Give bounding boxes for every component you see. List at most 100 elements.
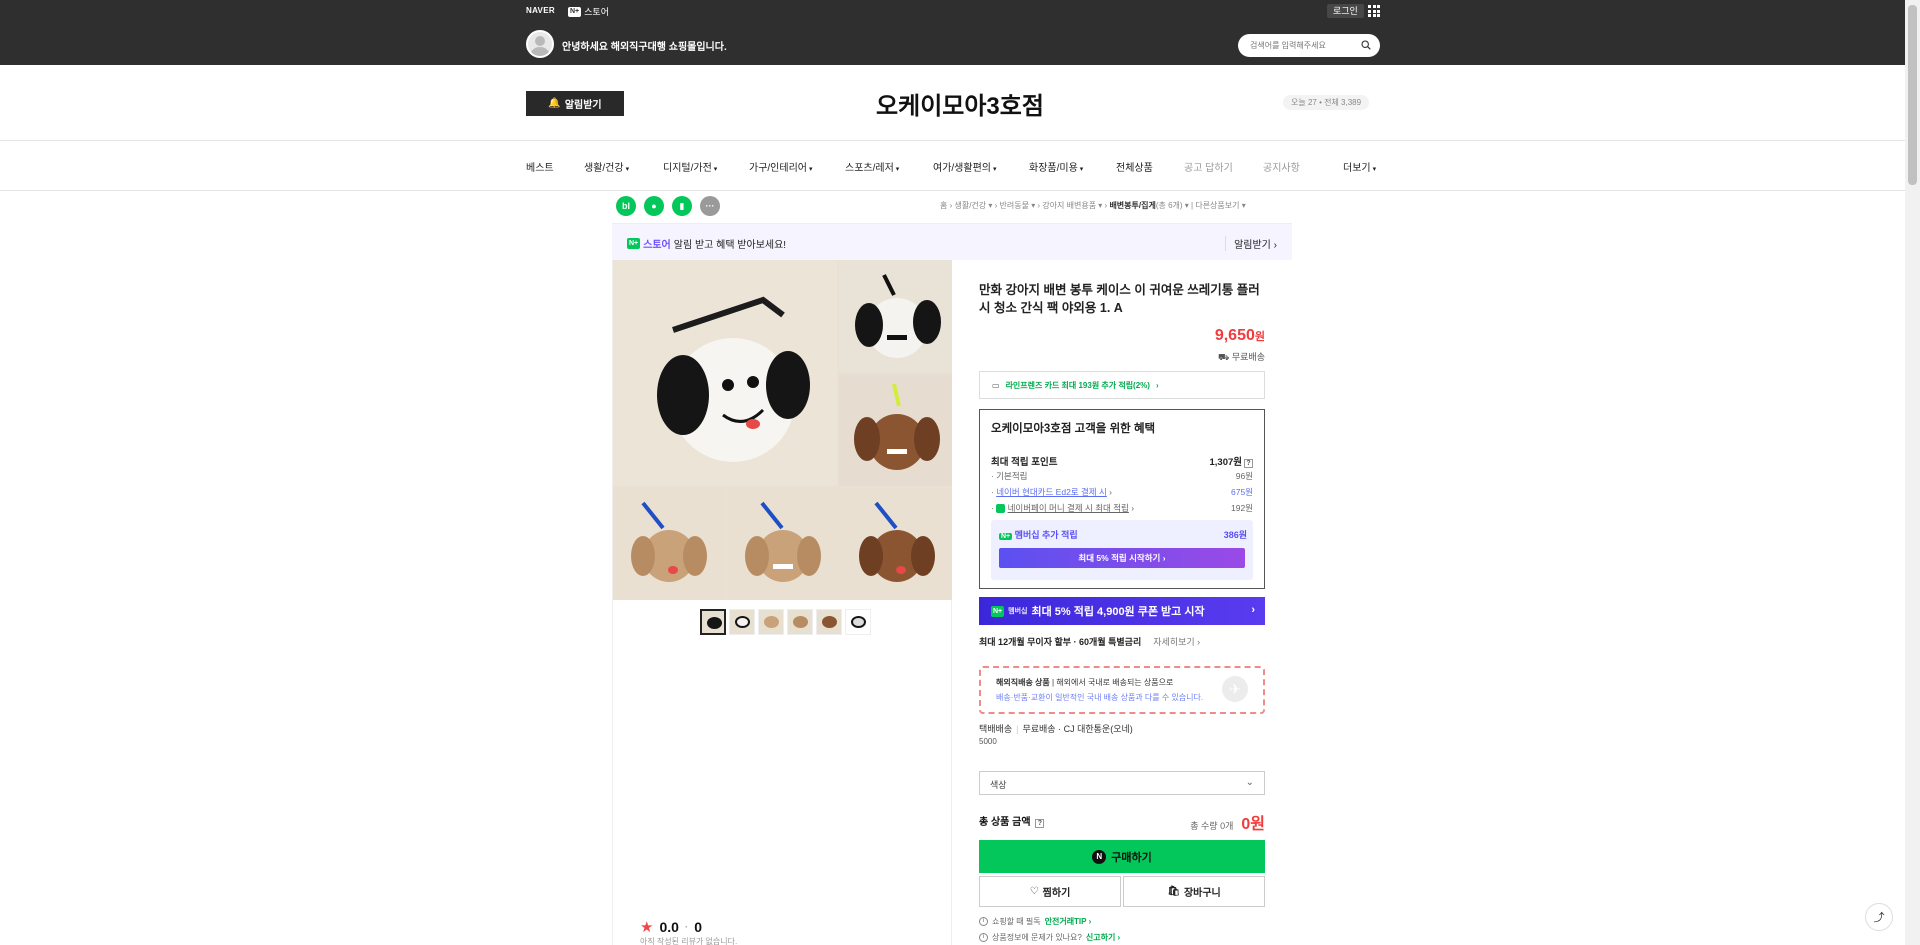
category-nav: 베스트 생활/건강 ▾ 디지털/가전 ▾ 가구/인테리어 ▾ 스포츠/레저 ▾ 여가/생… [0, 141, 1905, 191]
buy-button[interactable]: N 구매하기 [979, 840, 1265, 873]
nav-item-beauty[interactable]: 화장품/미용 ▾ [1029, 159, 1083, 174]
report-link-label: 신고하기 [1085, 933, 1116, 942]
scrollbar-thumb[interactable] [1908, 5, 1917, 185]
overseas-line-1: 해외직배송 상품 | 해외에서 국내로 배송되는 상품으로 [996, 678, 1174, 687]
star-icon: ★ [640, 919, 654, 936]
store-header: 🔔 알림받기 오케이모아3호점 오늘 27 • 전체 3,389 [0, 65, 1905, 141]
image-tile-main [613, 260, 837, 486]
nav-item-leisure[interactable]: 여가/생활편의 ▾ [933, 159, 997, 174]
report-link[interactable]: 신고하기 › [1086, 932, 1120, 943]
installment-link[interactable]: 자세히보기 › [1147, 637, 1200, 647]
nav-item-label: 스포츠/레저 [845, 163, 894, 174]
promo-store-label: 스토어 [643, 240, 671, 251]
total-price-label: 총 상품 금액 ? [979, 813, 1045, 828]
truck-icon: ⛟ [1218, 352, 1230, 362]
review-count[interactable]: 0 [694, 919, 702, 935]
image-tile-white-dog [839, 260, 952, 372]
floating-share-button[interactable]: ⤴ [1865, 903, 1893, 931]
pay-point-value: 192원 [1230, 503, 1253, 513]
cart-button[interactable]: 🛍 장바구니 [1123, 876, 1265, 907]
talk-share-icon[interactable]: ● [644, 196, 664, 216]
visit-count: 오늘 27 • 전체 3,389 [1283, 95, 1370, 110]
report-prefix: 상품정보에 문제가 있나요? [992, 933, 1082, 942]
nav-item-furniture[interactable]: 가구/인테리어 ▾ [749, 159, 813, 174]
blog-share-icon[interactable]: bl [616, 196, 636, 216]
membership-point-row: N+ 멤버십 추가 적립 386원 [999, 528, 1247, 541]
nav-item-label: 화장품/미용 [1029, 163, 1078, 174]
safe-trade-info: i 쇼핑할 때 필독 안전거래TIP › [979, 916, 1091, 927]
chevron-down-icon: ▾ [713, 166, 718, 173]
color-option-select[interactable]: 색상 ⌄ [979, 771, 1265, 795]
card-point-link[interactable]: 네이버 현대카드 Ed2로 결제 시 [996, 487, 1107, 497]
membership-banner[interactable]: N+ 멤버십 최대 5% 적립 4,900원 쿠폰 받고 시작 › [979, 597, 1265, 625]
search-box [1238, 34, 1380, 57]
breadcrumb-living[interactable]: 생활/건강 [954, 201, 986, 210]
breadcrumb-dog-toilet[interactable]: 강아지 배변용품 [1042, 201, 1096, 210]
more-share-icon[interactable]: ··· [700, 196, 720, 216]
nav-item-notice[interactable]: 공지사항 [1263, 159, 1300, 174]
promo-alarm-label: 알림받기 [1234, 240, 1271, 251]
chevron-down-icon: ▾ [1079, 166, 1084, 173]
wishlist-button[interactable]: ♡ 찜하기 [979, 876, 1121, 907]
share-icons: bl ● ▮ ··· [616, 196, 720, 216]
thumbnail-2[interactable] [729, 609, 755, 635]
max-point-row: 최대 적립 포인트 1,307원? [991, 454, 1253, 468]
product-price: 9,650원 [1215, 327, 1265, 345]
delivery-fee: 5000 [979, 737, 997, 746]
help-icon[interactable]: ? [1244, 459, 1253, 468]
info-icon: i [979, 933, 988, 942]
card-benefit-banner[interactable]: ▭ 라인프렌즈 카드 최대 193원 추가 적립(2%) › [979, 371, 1265, 399]
shipping-info: ⛟ 무료배송 [1218, 350, 1265, 364]
card-benefit-text: 라인프렌즈 카드 최대 193원 추가 적립(2%) [1005, 380, 1150, 390]
promo-alarm-link[interactable]: 알림받기 › [1225, 236, 1277, 251]
breadcrumb-current[interactable]: 배변봉투/집게 [1109, 201, 1155, 210]
nav-item-all-products[interactable]: 전체상품 [1116, 159, 1153, 174]
delivery-info: 택배배송 | 무료배송 · CJ 대한통운(오네) [979, 724, 1133, 734]
help-icon[interactable]: ? [1035, 819, 1045, 828]
alarm-promo-bar: N+ 스토어 알림 받고 혜택 받아보세요! 알림받기 › [612, 223, 1292, 260]
nav-item-digital[interactable]: 디지털/가전 ▾ [663, 159, 717, 174]
thumbnail-3[interactable] [758, 609, 784, 635]
membership-start-button[interactable]: 최대 5% 적립 시작하기 › [999, 548, 1245, 568]
apps-grid-icon[interactable] [1368, 5, 1380, 17]
login-button[interactable]: 로그인 [1327, 4, 1364, 18]
store-title[interactable]: 오케이모아3호점 [0, 86, 1920, 121]
nav-item-sports[interactable]: 스포츠/레저 ▾ [845, 159, 899, 174]
nav-item-qna[interactable]: 공고 답하기 [1184, 159, 1233, 174]
total-summary: 총 수량 0개 0원 [1190, 810, 1265, 834]
report-info: i 상품정보에 문제가 있나요? 신고하기 › [979, 932, 1120, 943]
max-point-value: 1,307원 [1209, 457, 1242, 468]
rating-separator: · [684, 921, 689, 933]
safe-trade-link[interactable]: 안전거래TIP › [1045, 916, 1092, 927]
bookmark-share-icon[interactable]: ▮ [672, 196, 692, 216]
naver-logo[interactable]: NAVER [526, 6, 555, 15]
store-greeting: 안녕하세요 해외직구대행 쇼핑몰입니다. [562, 42, 727, 53]
thumbnail-4[interactable] [787, 609, 813, 635]
card-point-value: 675원 [1230, 487, 1253, 497]
search-icon[interactable] [1361, 40, 1371, 50]
thumbnail-6[interactable] [845, 609, 871, 635]
max-point-label: 최대 적립 포인트 [991, 457, 1058, 468]
breadcrumb-pets[interactable]: 반려동물 [1000, 201, 1029, 210]
product-main-image[interactable] [613, 260, 952, 600]
nav-item-label: 여가/생활편의 [933, 163, 991, 174]
thumbnail-1[interactable] [700, 609, 726, 635]
delivery-type: 택배배송 [979, 724, 1013, 734]
nav-item-best[interactable]: 베스트 [526, 159, 554, 174]
image-tile-tan-dog-1 [613, 488, 725, 600]
search-input[interactable] [1250, 38, 1358, 52]
installment-link-label: 자세히보기 [1153, 637, 1195, 647]
other-products-link[interactable]: 다른상품보기 [1195, 201, 1239, 210]
pay-point-link[interactable]: 네이버페이 머니 결제 시 최대 적립 [1008, 503, 1129, 513]
benefit-title: 오케이모아3호점 고객을 위한 혜택 [991, 423, 1156, 435]
chevron-right-icon: › [1155, 380, 1159, 390]
naver-store-link[interactable]: N+ 스토어 [568, 5, 609, 18]
breadcrumb-home[interactable]: 홈 [940, 201, 947, 210]
thumbnail-strip [700, 609, 871, 635]
nav-more[interactable]: 더보기 ▾ [1343, 159, 1376, 174]
member-value: 386원 [1223, 530, 1247, 540]
image-tile-brown-dog-2 [841, 488, 952, 600]
thumbnail-5[interactable] [816, 609, 842, 635]
nav-item-living[interactable]: 생활/건강 ▾ [584, 159, 629, 174]
wishlist-label: 찜하기 [1042, 888, 1071, 899]
